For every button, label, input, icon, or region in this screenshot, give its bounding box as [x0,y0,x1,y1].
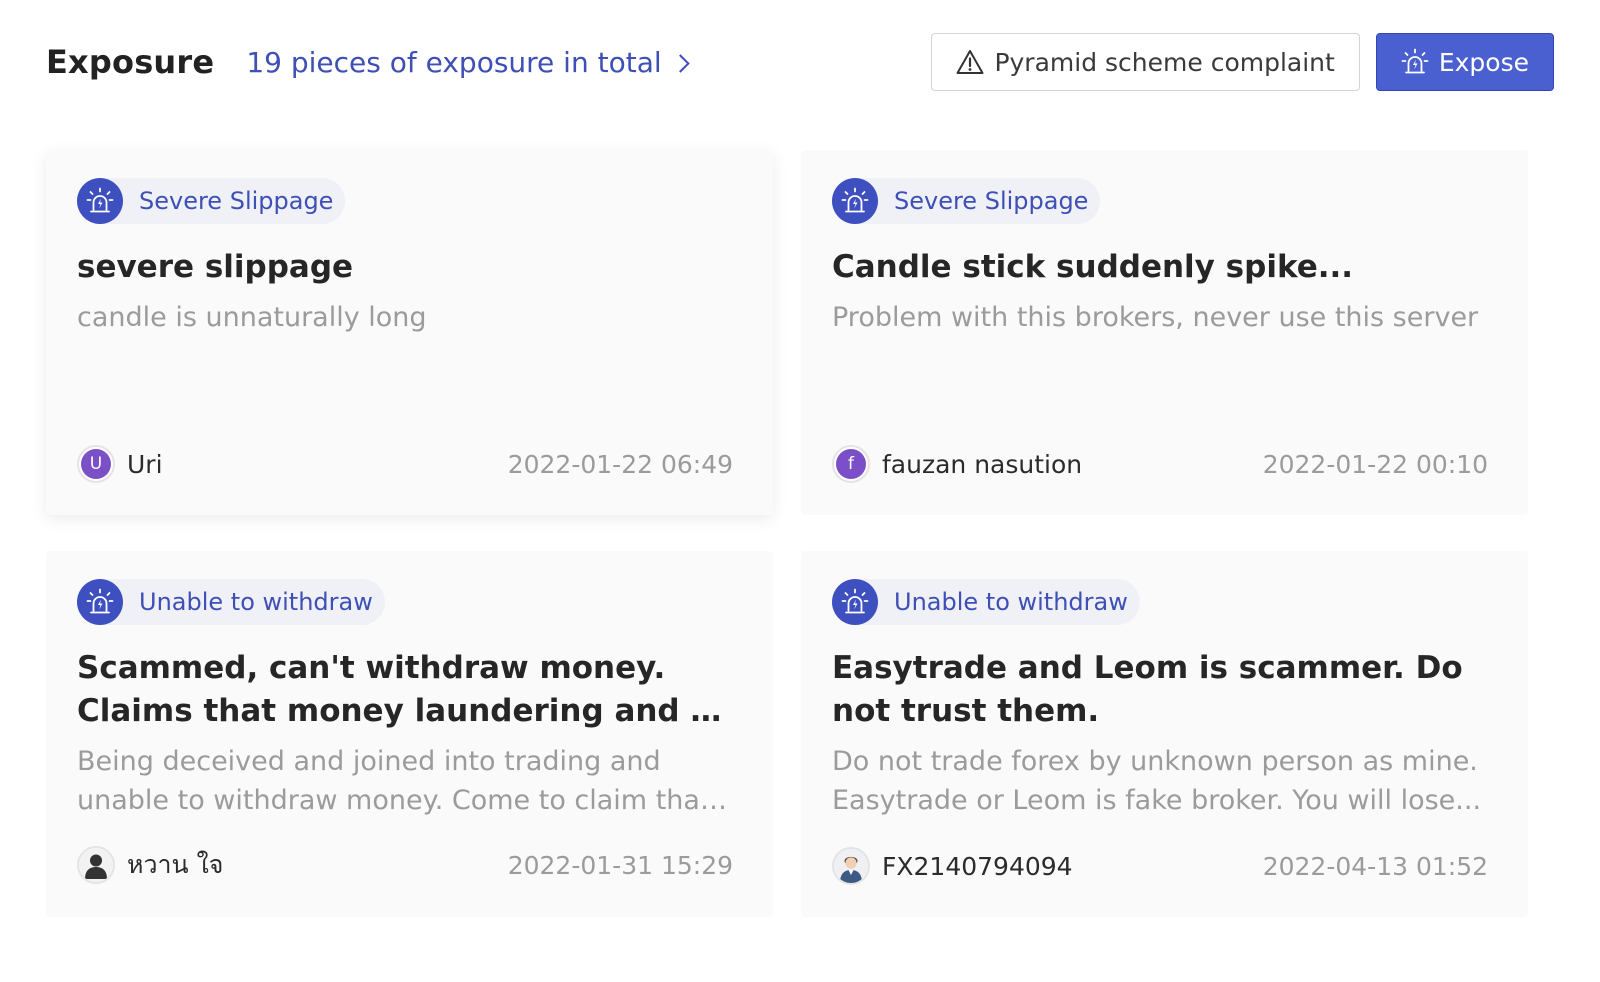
avatar-initial: f [836,449,866,479]
category-tag: Severe Slippage [832,178,1101,224]
avatar[interactable] [832,847,870,885]
card-footer: FX2140794094 2022-04-13 01:52 [832,847,1488,885]
category-tag: Severe Slippage [77,178,346,224]
exposure-card[interactable]: Unable to withdraw Scammed, can't withdr… [46,551,773,917]
post-date: 2022-01-22 06:49 [507,449,733,479]
avatar-initial: U [81,449,111,479]
card-footer: U Uri 2022-01-22 06:49 [77,445,733,483]
author-name[interactable]: fauzan nasution [882,450,1082,479]
exposure-page: Exposure 19 pieces of exposure in total … [0,0,1600,982]
pyramid-complaint-button[interactable]: Pyramid scheme complaint [931,33,1360,91]
avatar[interactable]: f [832,445,870,483]
exposure-card[interactable]: Severe Slippage severe slippage candle i… [46,150,773,515]
avatar[interactable] [77,846,115,884]
total-exposure-label: 19 pieces of exposure in total [246,45,662,79]
alarm-icon [832,579,878,625]
exposure-card[interactable]: Severe Slippage Candle stick suddenly sp… [801,150,1528,515]
card-footer: f fauzan nasution 2022-01-22 00:10 [832,445,1488,483]
alarm-icon [1401,48,1429,74]
card-title[interactable]: Scammed, can't withdraw money. Claims th… [77,647,733,733]
card-title[interactable]: Easytrade and Leom is scammer. Do not tr… [832,647,1488,733]
category-tag-label: Unable to withdraw [894,588,1128,616]
exposure-card-grid: Severe Slippage severe slippage candle i… [46,150,1528,917]
user-photo-icon [834,849,868,883]
alarm-icon [832,178,878,224]
total-exposure-link[interactable]: 19 pieces of exposure in total [246,45,690,79]
alarm-icon [77,178,123,224]
exposure-header: Exposure 19 pieces of exposure in total … [46,32,1554,92]
category-tag-label: Severe Slippage [139,187,334,215]
category-tag: Unable to withdraw [832,579,1140,625]
post-date: 2022-01-22 00:10 [1262,449,1488,479]
pyramid-complaint-label: Pyramid scheme complaint [994,47,1335,77]
author-name[interactable]: Uri [127,450,163,479]
card-description: Problem with this brokers, never use thi… [832,302,1479,333]
category-tag-label: Unable to withdraw [139,588,373,616]
warning-icon [956,50,984,74]
post-date: 2022-04-13 01:52 [1262,851,1488,881]
post-date: 2022-01-31 15:29 [507,850,733,880]
card-description: Being deceived and joined into trading a… [77,746,711,816]
author-name[interactable]: FX2140794094 [882,852,1073,881]
expose-button[interactable]: Expose [1375,33,1554,91]
alarm-icon [77,579,123,625]
card-description: candle is unnaturally long [77,302,427,333]
card-title[interactable]: Candle stick suddenly spike... [832,246,1488,289]
exposure-card[interactable]: Unable to withdraw Easytrade and Leom is… [801,551,1528,917]
author-name[interactable]: หวาน ใจ [127,845,223,885]
card-footer: หวาน ใจ 2022-01-31 15:29 [77,845,733,885]
page-title: Exposure [46,43,215,81]
expose-label: Expose [1438,47,1529,77]
avatar[interactable]: U [77,445,115,483]
user-silhouette-icon [79,848,113,882]
card-title[interactable]: severe slippage [77,246,733,289]
header-actions: Pyramid scheme complaint Expose [931,33,1554,91]
chevron-right-icon [670,53,690,73]
category-tag: Unable to withdraw [77,579,385,625]
card-description: Do not trade forex by unknown person as … [832,746,1482,816]
category-tag-label: Severe Slippage [894,187,1089,215]
